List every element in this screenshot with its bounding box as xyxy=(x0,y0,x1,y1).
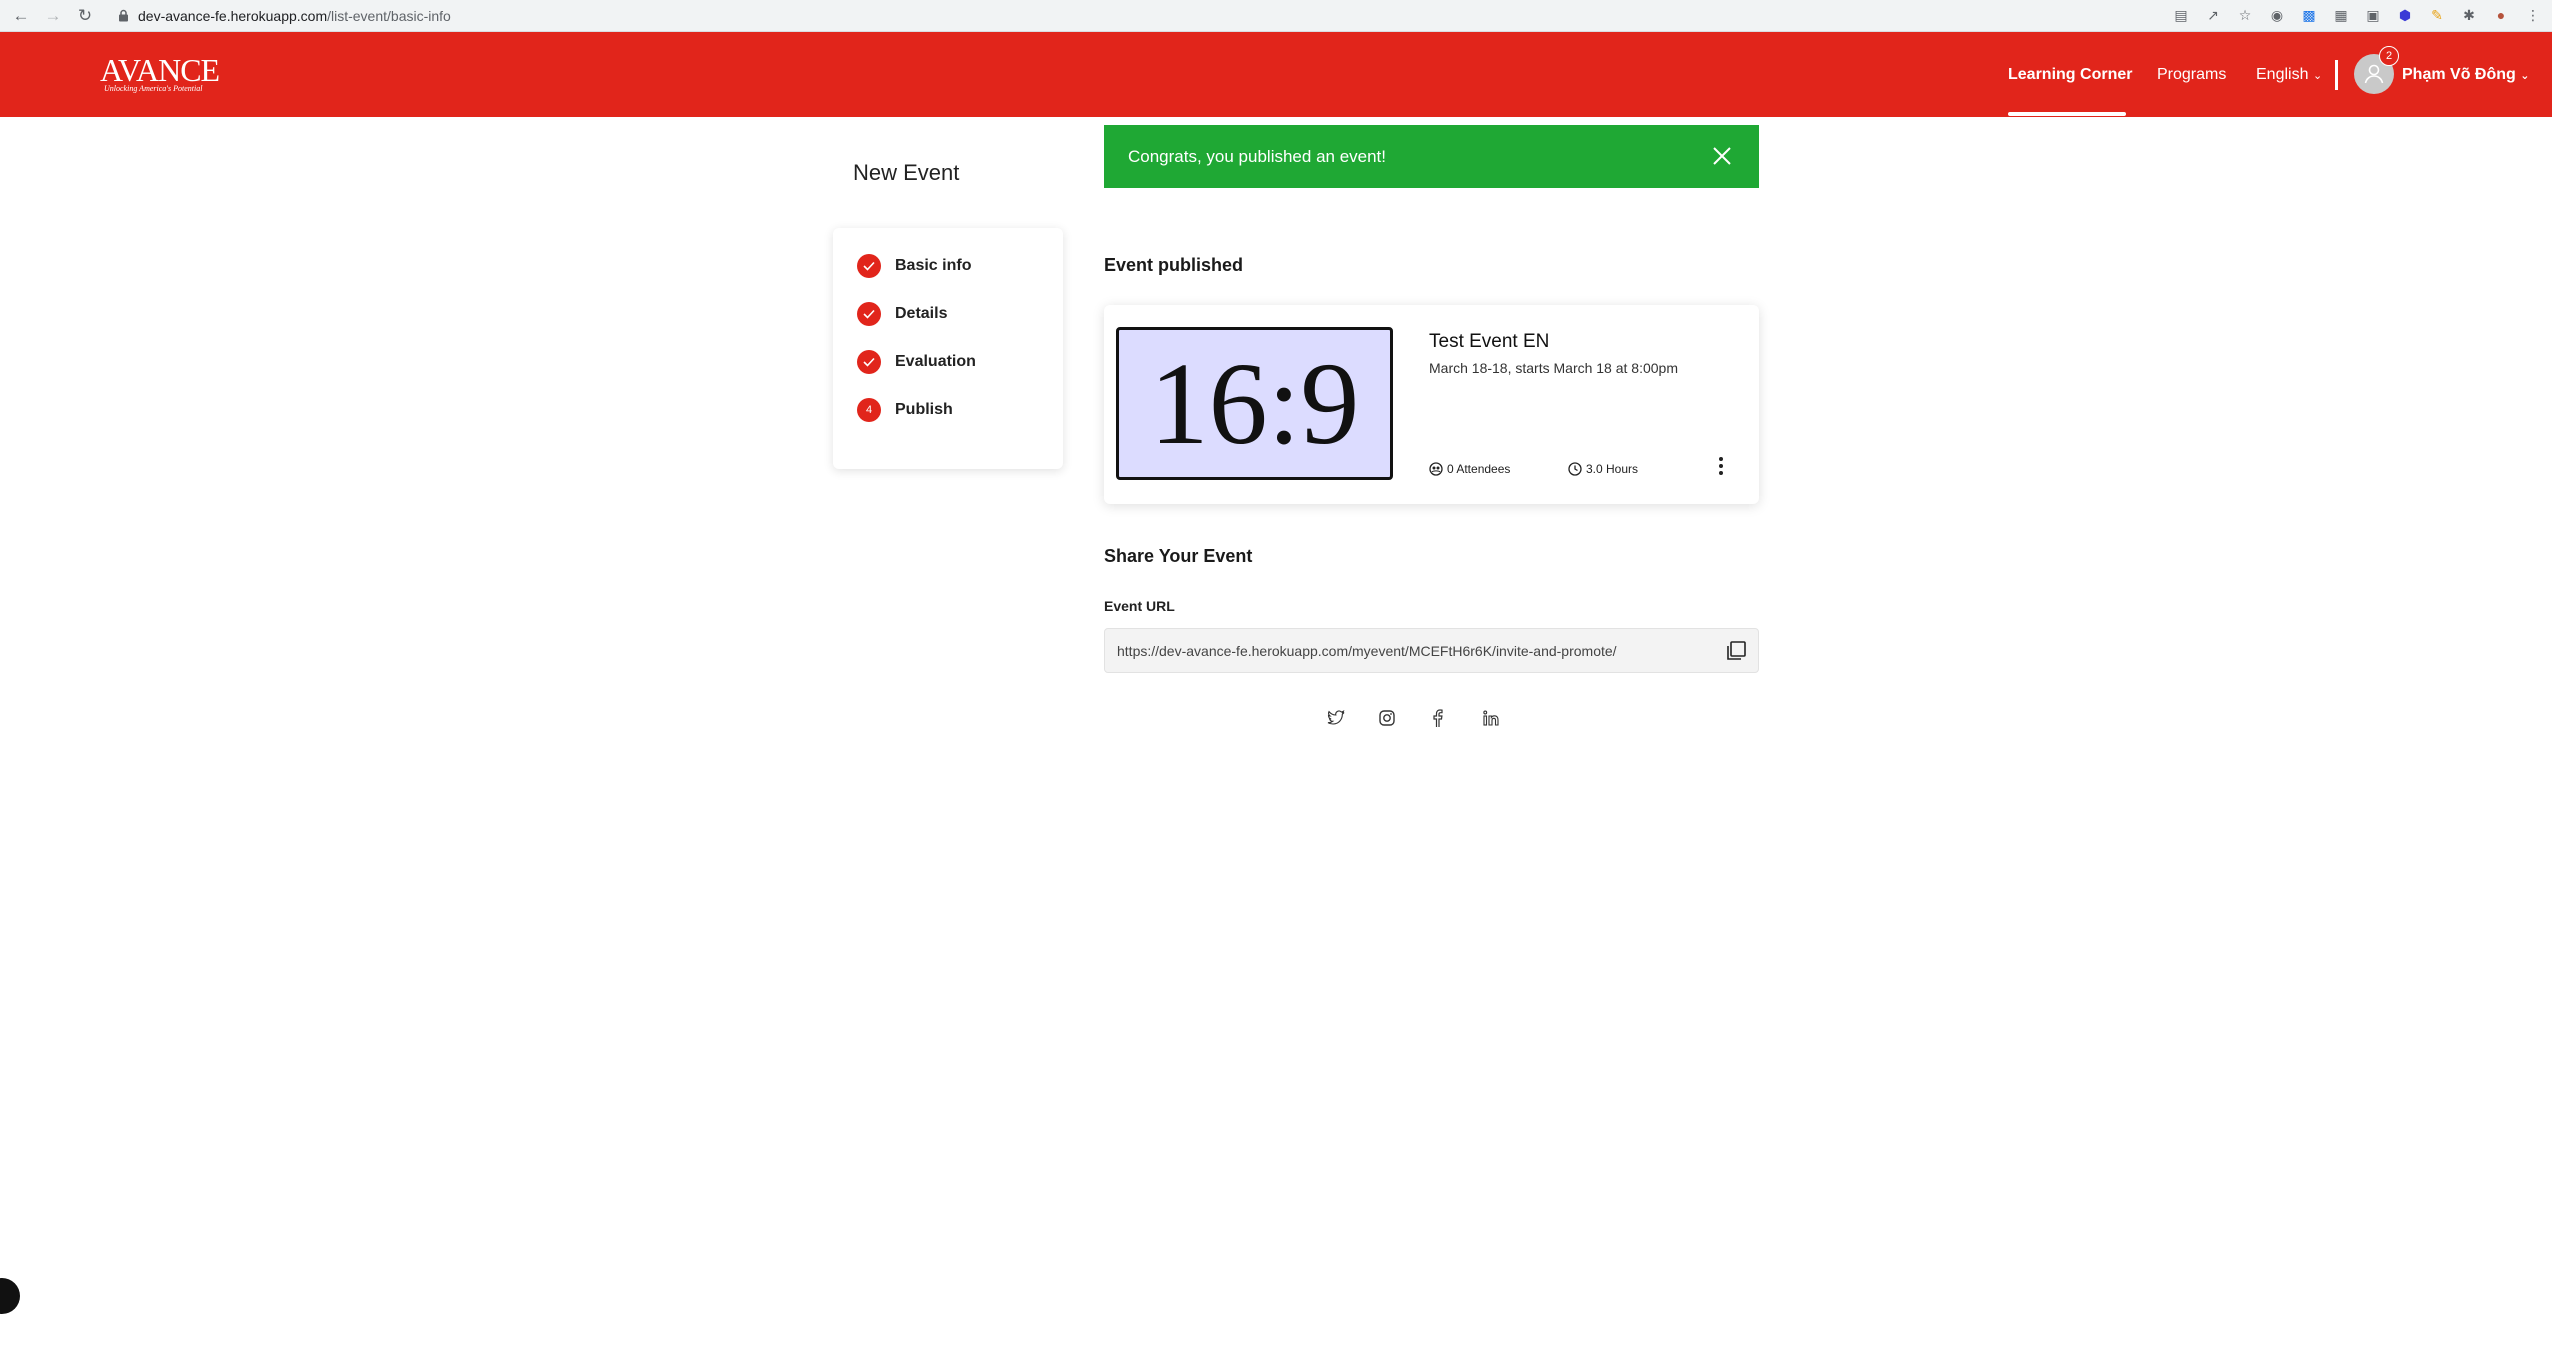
success-banner: Congrats, you published an event! xyxy=(1104,125,1759,188)
logo-text: AVANCE xyxy=(100,52,220,88)
chevron-down-icon: ⌄ xyxy=(2312,70,2323,82)
logo-tagline: Unlocking America's Potential xyxy=(104,84,203,93)
attendees-info: 0 Attendees xyxy=(1429,462,1510,476)
event-duration: 3.0 Hours xyxy=(1586,462,1639,476)
event-date: March 18-18, starts March 18 at 8:00pm xyxy=(1429,360,1678,376)
page-title: New Event xyxy=(853,160,960,185)
reload-icon[interactable]: ↻ xyxy=(74,5,96,27)
app-header: AVANCE Unlocking America's Potential Lea… xyxy=(0,32,2552,117)
step-basic-info[interactable]: Basic info xyxy=(857,254,971,278)
share-event-heading: Share Your Event xyxy=(1104,546,1253,566)
step-label: Basic info xyxy=(895,257,972,274)
language-label: English xyxy=(2256,66,2309,83)
step-details[interactable]: Details xyxy=(857,302,947,326)
copy-icon[interactable] xyxy=(1724,639,1748,663)
event-card[interactable]: 16:9 Test Event EN March 18-18, starts M… xyxy=(1104,305,1759,504)
steps-panel: Basic info Details Evaluation 4 Publish xyxy=(833,228,1063,469)
notification-badge: 2 xyxy=(2379,46,2399,66)
user-icon xyxy=(2364,64,2384,84)
check-icon xyxy=(857,350,881,374)
nav-programs[interactable]: Programs xyxy=(2157,66,2226,84)
extension-translate-icon[interactable]: ▩ xyxy=(2298,4,2320,26)
address-bar[interactable]: dev-avance-fe.herokuapp.com/list-event/b… xyxy=(116,3,451,29)
chevron-down-icon: ⌄ xyxy=(2520,70,2530,82)
duration-info: 3.0 Hours xyxy=(1568,462,1638,476)
browser-toolbar: ← → ↻ dev-avance-fe.herokuapp.com/list-e… xyxy=(0,0,2552,32)
camera-icon[interactable]: ◉ xyxy=(2266,4,2288,26)
banner-message: Congrats, you published an event! xyxy=(1128,146,1387,166)
extension-grid-icon[interactable]: ▣ xyxy=(2362,4,2384,26)
close-icon[interactable] xyxy=(1710,144,1734,168)
profile-icon[interactable]: ● xyxy=(2490,4,2512,26)
event-published-heading: Event published xyxy=(1104,255,1244,275)
extension-hex-icon[interactable]: ⬢ xyxy=(2394,4,2416,26)
instagram-icon[interactable] xyxy=(1375,706,1399,730)
extension-qr-icon[interactable]: ▦ xyxy=(2330,4,2352,26)
check-icon xyxy=(857,302,881,326)
step-label: Details xyxy=(895,305,948,322)
floating-action-button[interactable] xyxy=(0,1278,20,1314)
check-icon xyxy=(857,254,881,278)
puzzle-icon[interactable]: ✱ xyxy=(2458,4,2480,26)
event-thumbnail: 16:9 xyxy=(1116,327,1393,480)
forward-icon[interactable]: → xyxy=(42,5,64,27)
step-publish[interactable]: 4 Publish xyxy=(857,398,953,422)
bookmark-star-icon[interactable]: ☆ xyxy=(2234,4,2256,26)
event-url-value: https://dev-avance-fe.herokuapp.com/myev… xyxy=(1117,642,1617,659)
share-icon[interactable]: ↗ xyxy=(2202,4,2224,26)
url-host: dev-avance-fe.herokuapp.com xyxy=(138,7,328,24)
step-label: Evaluation xyxy=(895,353,976,370)
lock-icon xyxy=(116,9,130,23)
more-options-icon[interactable] xyxy=(1714,453,1728,479)
clock-icon xyxy=(1568,462,1582,476)
back-icon[interactable]: ← xyxy=(10,5,32,27)
menu-dots-icon[interactable]: ⋮ xyxy=(2522,4,2544,26)
facebook-icon[interactable] xyxy=(1425,706,1449,730)
attendees-icon xyxy=(1429,462,1443,476)
twitter-icon[interactable] xyxy=(1324,706,1348,730)
attendees-count: 0 Attendees xyxy=(1447,462,1511,476)
nav-divider xyxy=(2335,60,2338,90)
language-selector[interactable]: English ⌄ xyxy=(2256,66,2322,84)
active-nav-indicator xyxy=(2008,112,2126,116)
extension-color-icon[interactable]: ✎ xyxy=(2426,4,2448,26)
event-url-field[interactable]: https://dev-avance-fe.herokuapp.com/myev… xyxy=(1104,628,1759,673)
avance-logo[interactable]: AVANCE Unlocking America's Potential xyxy=(100,52,220,93)
url-path: /list-event/basic-info xyxy=(327,7,451,24)
user-name: Phạm Võ Đông xyxy=(2402,66,2516,83)
extensions-area: ▤ ↗ ☆ ◉ ▩ ▦ ▣ ⬢ ✎ ✱ ● ⋮ xyxy=(2170,4,2544,26)
linkedin-icon[interactable] xyxy=(1479,706,1503,730)
nav-learning-corner[interactable]: Learning Corner xyxy=(2008,66,2132,84)
translate-icon[interactable]: ▤ xyxy=(2170,4,2192,26)
thumbnail-text: 16:9 xyxy=(1149,337,1360,469)
event-name[interactable]: Test Event EN xyxy=(1429,331,1549,353)
user-menu[interactable]: Phạm Võ Đông ⌄ xyxy=(2402,66,2529,84)
event-url-label: Event URL xyxy=(1104,598,1175,614)
url-text: dev-avance-fe.herokuapp.com/list-event/b… xyxy=(138,8,451,24)
step-label: Publish xyxy=(895,401,953,418)
step-number: 4 xyxy=(857,398,881,422)
step-evaluation[interactable]: Evaluation xyxy=(857,350,976,374)
